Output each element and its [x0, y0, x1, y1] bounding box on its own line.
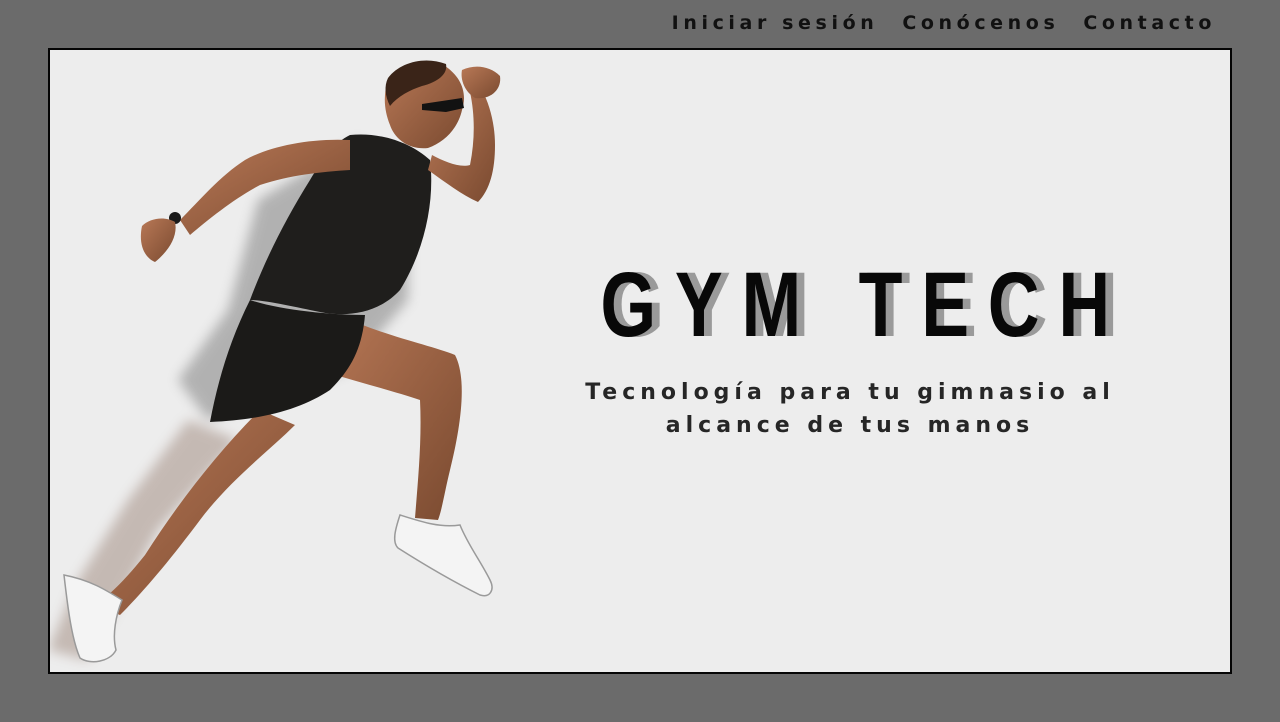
site-logo-title: GYM TECH GYM TECH: [600, 250, 1129, 360]
nav-link-about[interactable]: Conócenos: [902, 12, 1059, 34]
nav-link-contact[interactable]: Contacto: [1083, 12, 1216, 34]
runner-image: [50, 60, 501, 663]
top-navigation: Iniciar sesión Conócenos Contacto: [672, 12, 1216, 34]
hero-banner: GYM TECH GYM TECH Tecnología para tu gim…: [48, 48, 1232, 674]
site-title: GYM TECH: [600, 254, 1129, 356]
hero-tagline: Tecnología para tu gimnasio al alcance d…: [585, 380, 1115, 438]
brand-block: GYM TECH GYM TECH Tecnología para tu gim…: [530, 250, 1170, 442]
nav-link-login[interactable]: Iniciar sesión: [672, 12, 879, 34]
